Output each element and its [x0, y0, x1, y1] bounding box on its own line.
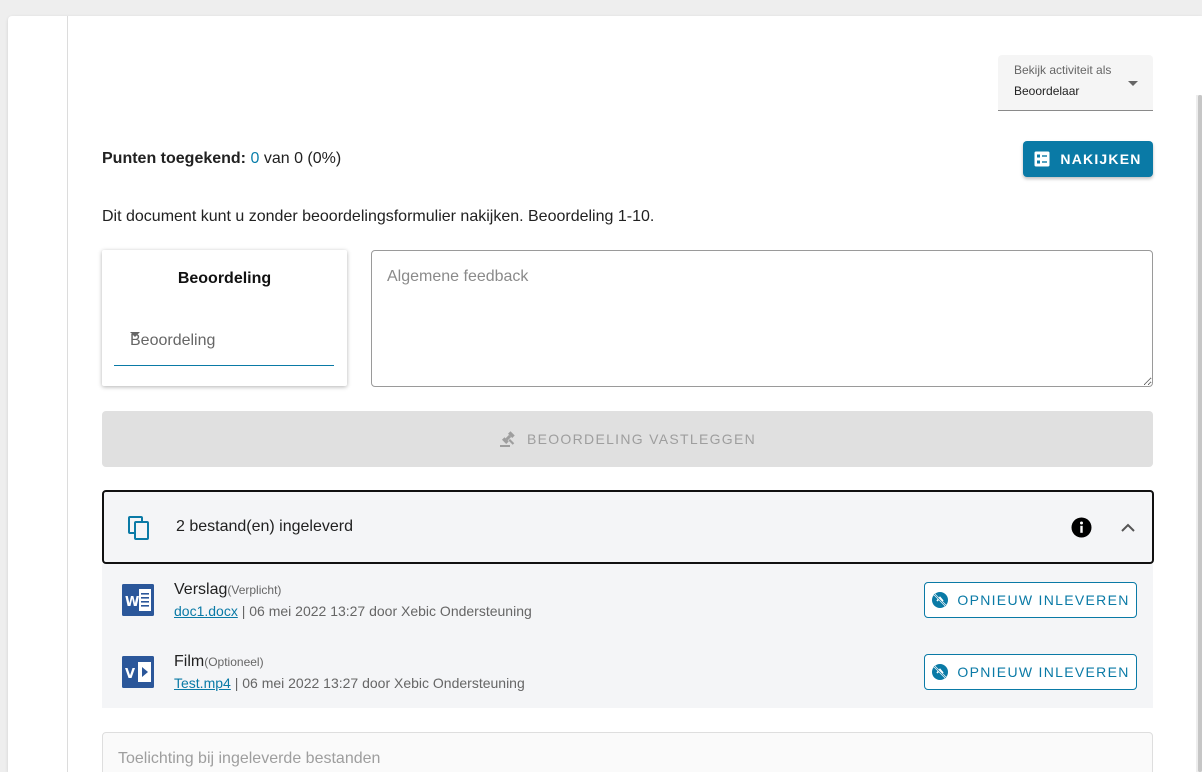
- files-explanation-field[interactable]: Toelichting bij ingeleverde bestanden: [102, 732, 1153, 772]
- resubmit-button[interactable]: OPNIEUW INLEVEREN: [924, 582, 1137, 618]
- info-icon[interactable]: [1071, 517, 1092, 538]
- file-upload-info: | 06 mei 2022 13:27 door Xebic Ondersteu…: [230, 675, 525, 691]
- checklist-icon: [1034, 151, 1050, 167]
- view-as-value: Beoordelaar: [1014, 84, 1080, 98]
- file-row: W Verslag(Verplicht) doc1.docx | 06 mei …: [102, 564, 1153, 636]
- files-explanation-placeholder: Toelichting bij ingeleverde bestanden: [118, 750, 381, 767]
- file-upload-info: | 06 mei 2022 13:27 door Xebic Ondersteu…: [237, 603, 532, 619]
- dropdown-caret-icon: [1128, 81, 1138, 86]
- submitted-files-count: 2 bestand(en) ingeleverd: [176, 518, 354, 535]
- svg-text:V: V: [125, 667, 135, 682]
- file-link[interactable]: doc1.docx: [174, 603, 238, 619]
- grade-card-title: Beoordeling: [177, 270, 272, 287]
- upload-off-icon: [932, 664, 949, 680]
- grade-button-label: NAKIJKEN: [1060, 151, 1142, 167]
- grade-button[interactable]: NAKIJKEN: [1023, 141, 1153, 177]
- dropdown-caret-icon: [130, 332, 140, 337]
- view-as-label: Bekijk activiteit als: [1014, 63, 1112, 77]
- grade-select[interactable]: Beoordeling: [114, 316, 334, 366]
- upload-off-icon: [932, 592, 949, 608]
- scrollbar-thumb[interactable]: [1198, 95, 1202, 772]
- grade-select-placeholder: Beoordeling: [130, 332, 216, 349]
- grade-card: Beoordeling Beoordeling: [102, 250, 347, 386]
- resubmit-button[interactable]: OPNIEUW INLEVEREN: [924, 654, 1137, 690]
- file-link[interactable]: Test.mp4: [174, 675, 231, 691]
- resubmit-label: OPNIEUW INLEVEREN: [957, 592, 1130, 608]
- view-as-select[interactable]: Bekijk activiteit als Beoordelaar: [998, 55, 1153, 111]
- chevron-up-icon[interactable]: [1120, 522, 1136, 534]
- left-divider: [67, 16, 68, 772]
- file-name: Film: [174, 653, 205, 670]
- save-grade-button[interactable]: BEOORDELING VASTLEGGEN: [102, 411, 1153, 467]
- file-name: Verslag: [174, 581, 228, 598]
- file-row: V Film(Optioneel) Test.mp4 | 06 mei 2022…: [102, 636, 1153, 708]
- points-total: van 0 (0%): [259, 150, 342, 167]
- video-file-icon: V: [122, 656, 154, 688]
- submitted-files-list: W Verslag(Verplicht) doc1.docx | 06 mei …: [102, 564, 1153, 708]
- word-icon: W: [122, 584, 154, 616]
- info-text: Dit document kunt u zonder beoordelingsf…: [102, 208, 655, 225]
- file-meta: doc1.docx | 06 mei 2022 13:27 door Xebic…: [174, 603, 532, 619]
- points-label: Punten toegekend:: [102, 150, 247, 167]
- general-feedback-textarea[interactable]: [371, 250, 1153, 387]
- file-title: Verslag(Verplicht): [174, 581, 281, 599]
- resubmit-label: OPNIEUW INLEVEREN: [957, 664, 1130, 680]
- submitted-files-header[interactable]: 2 bestand(en) ingeleverd: [102, 490, 1154, 564]
- copy-files-icon: [128, 516, 149, 540]
- file-meta: Test.mp4 | 06 mei 2022 13:27 door Xebic …: [174, 675, 525, 691]
- save-grade-label: BEOORDELING VASTLEGGEN: [526, 431, 757, 447]
- file-tag: (Optioneel): [204, 655, 264, 669]
- gavel-icon: [499, 431, 515, 447]
- file-title: Film(Optioneel): [174, 653, 264, 671]
- svg-text:W: W: [125, 595, 139, 610]
- points-summary: Punten toegekend: 0 van 0 (0%): [102, 150, 341, 168]
- file-tag: (Verplicht): [227, 583, 282, 597]
